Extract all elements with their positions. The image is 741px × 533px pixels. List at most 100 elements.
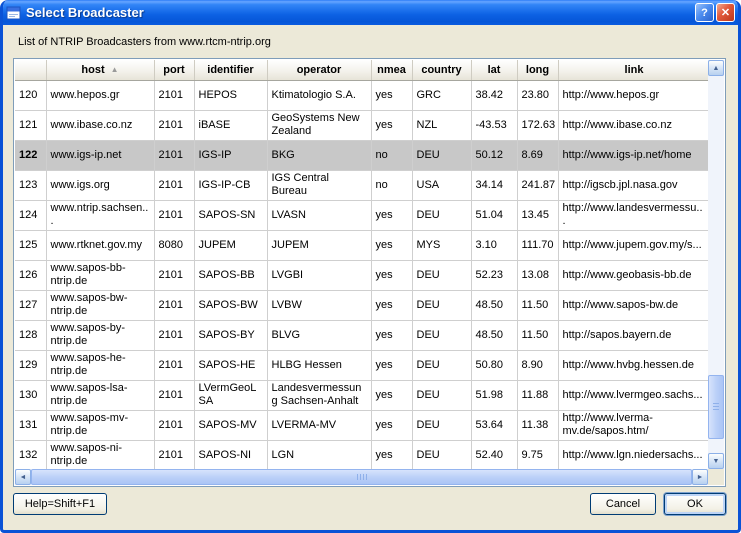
vertical-scrollbar[interactable]: ▲ ▼	[708, 60, 724, 469]
cell-port[interactable]: 2101	[154, 260, 194, 290]
row-number-cell[interactable]: 129	[15, 350, 46, 380]
titlebar-help-button[interactable]: ?	[695, 3, 714, 22]
cell-operator[interactable]: HLBG Hessen	[267, 350, 371, 380]
cell-link[interactable]: http://www.lgn.niedersachs...	[558, 440, 708, 469]
row-number-cell[interactable]: 132	[15, 440, 46, 469]
cell-port[interactable]: 2101	[154, 320, 194, 350]
row-number-cell[interactable]: 121	[15, 110, 46, 140]
cell-host[interactable]: www.igs.org	[46, 170, 154, 200]
table-row[interactable]: 120www.hepos.gr2101HEPOSKtimatologio S.A…	[15, 80, 708, 110]
cell-host[interactable]: www.ntrip.sachsen...	[46, 200, 154, 230]
table-row[interactable]: 127www.sapos-bw-ntrip.de2101SAPOS-BWLVBW…	[15, 290, 708, 320]
ok-button[interactable]: OK	[664, 493, 726, 515]
scroll-left-icon[interactable]: ◄	[15, 469, 31, 485]
cell-nmea[interactable]: yes	[371, 110, 412, 140]
cell-lat[interactable]: 50.12	[471, 140, 517, 170]
column-header-lat[interactable]: lat	[471, 60, 517, 80]
cell-identifier[interactable]: SAPOS-BY	[194, 320, 267, 350]
cell-link[interactable]: http://www.igs-ip.net/home	[558, 140, 708, 170]
cell-long[interactable]: 11.88	[517, 380, 558, 410]
cell-lat[interactable]: 53.64	[471, 410, 517, 440]
cell-port[interactable]: 2101	[154, 80, 194, 110]
cell-long[interactable]: 8.69	[517, 140, 558, 170]
table-row[interactable]: 125www.rtknet.gov.my8080JUPEMJUPEMyesMYS…	[15, 230, 708, 260]
cell-nmea[interactable]: no	[371, 140, 412, 170]
scroll-down-icon[interactable]: ▼	[708, 453, 724, 469]
table-row[interactable]: 128www.sapos-by-ntrip.de2101SAPOS-BYBLVG…	[15, 320, 708, 350]
cell-lat[interactable]: 38.42	[471, 80, 517, 110]
table-row[interactable]: 129www.sapos-he-ntrip.de2101SAPOS-HEHLBG…	[15, 350, 708, 380]
cell-identifier[interactable]: SAPOS-BW	[194, 290, 267, 320]
row-number-cell[interactable]: 120	[15, 80, 46, 110]
cell-country[interactable]: GRC	[412, 80, 471, 110]
column-header-row-number[interactable]	[15, 60, 46, 80]
cell-country[interactable]: DEU	[412, 290, 471, 320]
cell-operator[interactable]: JUPEM	[267, 230, 371, 260]
cell-country[interactable]: DEU	[412, 350, 471, 380]
cell-country[interactable]: DEU	[412, 140, 471, 170]
cell-host[interactable]: www.sapos-mv-ntrip.de	[46, 410, 154, 440]
cell-port[interactable]: 2101	[154, 290, 194, 320]
cell-country[interactable]: DEU	[412, 200, 471, 230]
cell-lat[interactable]: 34.14	[471, 170, 517, 200]
cell-nmea[interactable]: yes	[371, 80, 412, 110]
cell-lat[interactable]: 3.10	[471, 230, 517, 260]
cell-link[interactable]: http://www.ibase.co.nz	[558, 110, 708, 140]
cell-host[interactable]: www.sapos-ni-ntrip.de	[46, 440, 154, 469]
cell-lat[interactable]: 51.04	[471, 200, 517, 230]
close-icon[interactable]: ✕	[716, 3, 735, 22]
cell-port[interactable]: 2101	[154, 140, 194, 170]
column-header-port[interactable]: port	[154, 60, 194, 80]
help-button[interactable]: Help=Shift+F1	[13, 493, 107, 515]
cell-operator[interactable]: GeoSystems New Zealand	[267, 110, 371, 140]
cell-long[interactable]: 11.50	[517, 290, 558, 320]
cell-identifier[interactable]: HEPOS	[194, 80, 267, 110]
cell-lat[interactable]: 50.80	[471, 350, 517, 380]
cell-identifier[interactable]: LVermGeoLSA	[194, 380, 267, 410]
cell-operator[interactable]: LVASN	[267, 200, 371, 230]
table-row[interactable]: 131www.sapos-mv-ntrip.de2101SAPOS-MVLVER…	[15, 410, 708, 440]
cell-long[interactable]: 8.90	[517, 350, 558, 380]
cell-link[interactable]: http://www.geobasis-bb.de	[558, 260, 708, 290]
cell-operator[interactable]: BLVG	[267, 320, 371, 350]
row-number-cell[interactable]: 125	[15, 230, 46, 260]
cell-nmea[interactable]: yes	[371, 230, 412, 260]
table-row[interactable]: 126www.sapos-bb-ntrip.de2101SAPOS-BBLVGB…	[15, 260, 708, 290]
row-number-cell[interactable]: 130	[15, 380, 46, 410]
cell-lat[interactable]: -43.53	[471, 110, 517, 140]
cell-operator[interactable]: BKG	[267, 140, 371, 170]
cell-link[interactable]: http://www.lverma-mv.de/sapos.htm/	[558, 410, 708, 440]
cell-operator[interactable]: LGN	[267, 440, 371, 469]
cell-long[interactable]: 241.87	[517, 170, 558, 200]
cell-nmea[interactable]: yes	[371, 440, 412, 469]
cell-host[interactable]: www.hepos.gr	[46, 80, 154, 110]
cell-nmea[interactable]: yes	[371, 410, 412, 440]
column-header-operator[interactable]: operator	[267, 60, 371, 80]
row-number-cell[interactable]: 131	[15, 410, 46, 440]
cell-host[interactable]: www.sapos-by-ntrip.de	[46, 320, 154, 350]
scroll-right-icon[interactable]: ►	[692, 469, 708, 485]
cell-port[interactable]: 2101	[154, 350, 194, 380]
column-header-country[interactable]: country	[412, 60, 471, 80]
row-number-cell[interactable]: 126	[15, 260, 46, 290]
column-header-identifier[interactable]: identifier	[194, 60, 267, 80]
table-row[interactable]: 122www.igs-ip.net2101IGS-IPBKGnoDEU50.12…	[15, 140, 708, 170]
cell-host[interactable]: www.igs-ip.net	[46, 140, 154, 170]
column-header-long[interactable]: long	[517, 60, 558, 80]
cell-country[interactable]: NZL	[412, 110, 471, 140]
cell-nmea[interactable]: yes	[371, 200, 412, 230]
cell-country[interactable]: DEU	[412, 320, 471, 350]
cell-long[interactable]: 11.50	[517, 320, 558, 350]
cell-long[interactable]: 9.75	[517, 440, 558, 469]
cell-identifier[interactable]: SAPOS-HE	[194, 350, 267, 380]
cell-operator[interactable]: LVGBI	[267, 260, 371, 290]
horizontal-scrollbar[interactable]: ◄ ►	[15, 469, 708, 485]
cancel-button[interactable]: Cancel	[590, 493, 656, 515]
vertical-scrollbar-thumb[interactable]	[708, 375, 724, 439]
table-row[interactable]: 123www.igs.org2101IGS-IP-CBIGS Central B…	[15, 170, 708, 200]
cell-port[interactable]: 2101	[154, 380, 194, 410]
table-row[interactable]: 130www.sapos-lsa-ntrip.de2101LVermGeoLSA…	[15, 380, 708, 410]
cell-link[interactable]: http://www.hvbg.hessen.de	[558, 350, 708, 380]
column-header-link[interactable]: link	[558, 60, 708, 80]
cell-long[interactable]: 13.08	[517, 260, 558, 290]
